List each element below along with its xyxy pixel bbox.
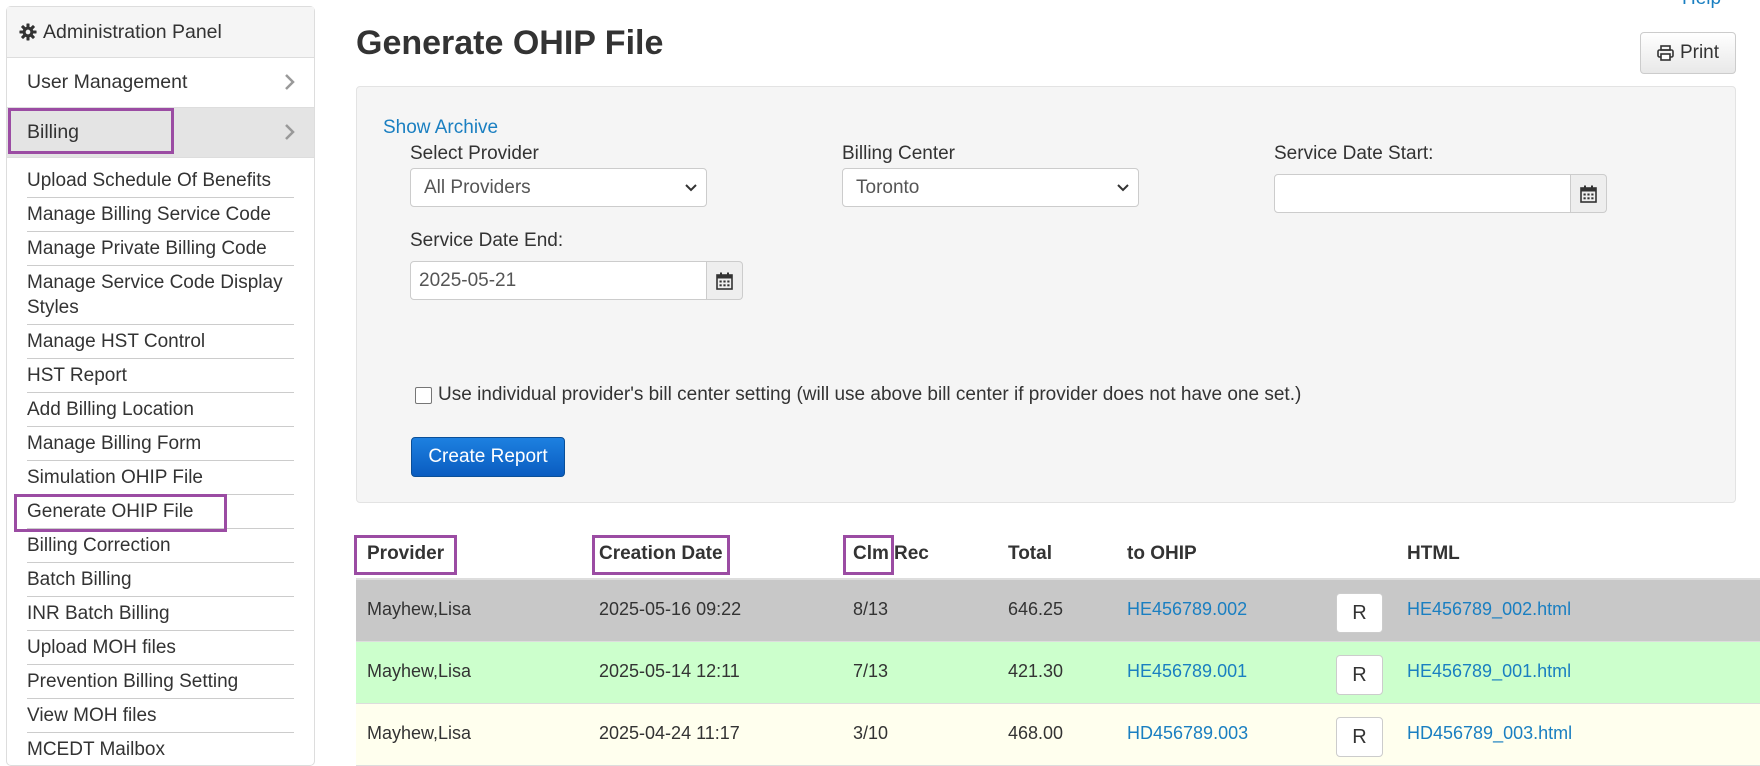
show-archive-link[interactable]: Show Archive <box>383 117 498 139</box>
cell-provider: Mayhew,Lisa <box>367 661 472 681</box>
cell-total: 421.30 <box>1008 661 1064 681</box>
service-date-end-label: Service Date End: <box>410 230 564 251</box>
submenu-hst-report[interactable]: HST Report <box>27 359 294 393</box>
col-header-creation-date: Creation Date <box>599 543 723 564</box>
col-header-clm: Clm <box>853 543 889 564</box>
cell-total: 646.25 <box>1008 599 1064 619</box>
service-date-start-label: Service Date Start: <box>1274 143 1434 164</box>
admin-panel-heading: Administration Panel <box>7 7 314 58</box>
r-button[interactable]: R <box>1336 717 1383 757</box>
html-file-link[interactable]: HD456789_003.html <box>1407 723 1572 744</box>
provider-select-value: All Providers <box>424 176 531 198</box>
submenu-prevention-billing-setting[interactable]: Prevention Billing Setting <box>27 665 294 699</box>
cell-total: 468.00 <box>1008 723 1064 743</box>
service-date-end-value: 2025-05-21 <box>419 269 517 291</box>
admin-panel-title: Administration Panel <box>43 20 222 43</box>
cell-provider: Mayhew,Lisa <box>367 723 472 743</box>
cell-clm-rec: 8/13 <box>853 599 889 619</box>
table-header-row: Provider Creation Date Clm Rec Total to … <box>356 531 1760 580</box>
submenu-manage-hst-control[interactable]: Manage HST Control <box>27 325 294 359</box>
submenu-manage-private-billing-code[interactable]: Manage Private Billing Code <box>27 232 294 266</box>
calendar-icon <box>716 272 733 290</box>
chevron-right-icon <box>285 74 295 90</box>
submenu-view-moh-files[interactable]: View MOH files <box>27 699 294 733</box>
submenu-batch-billing[interactable]: Batch Billing <box>27 563 294 597</box>
billing-center-value: Toronto <box>856 176 920 198</box>
submenu-manage-service-code-display[interactable]: Manage Service Code Display Styles <box>27 266 294 325</box>
sidebar-item-label: User Management <box>27 71 188 93</box>
help-link[interactable]: Help <box>1682 0 1721 10</box>
submenu-simulation-ohip-file[interactable]: Simulation OHIP File <box>27 461 294 495</box>
table-row: Mayhew,Lisa 2025-05-14 12:11 7/13 421.30… <box>356 642 1760 704</box>
cell-creation-date: 2025-05-16 09:22 <box>599 599 742 619</box>
calendar-icon <box>1580 185 1597 203</box>
report-form-panel: Show Archive Select Provider All Provide… <box>356 86 1736 503</box>
col-header-to-ohip: to OHIP <box>1127 543 1197 564</box>
service-date-end-calendar-button[interactable] <box>707 261 743 300</box>
table-row: Mayhew,Lisa 2025-04-24 11:17 3/10 468.00… <box>356 704 1760 766</box>
admin-sidebar: Administration Panel User Management Bil… <box>6 6 315 766</box>
ohip-file-link[interactable]: HE456789.002 <box>1127 599 1247 620</box>
sidebar-item-billing[interactable]: Billing <box>7 108 314 158</box>
print-button[interactable]: Print <box>1640 32 1736 74</box>
provider-select[interactable]: All Providers <box>410 168 707 207</box>
gear-icon <box>19 23 37 41</box>
ohip-file-link[interactable]: HD456789.003 <box>1127 723 1248 744</box>
service-date-start-calendar-button[interactable] <box>1571 174 1607 213</box>
table-row: Mayhew,Lisa 2025-05-16 09:22 8/13 646.25… <box>356 580 1760 642</box>
print-icon <box>1657 45 1674 61</box>
individual-bill-center-checkbox[interactable] <box>415 386 432 404</box>
submenu-inr-batch-billing[interactable]: INR Batch Billing <box>27 597 294 631</box>
individual-bill-center-option: Use individual provider's bill center se… <box>415 384 1301 406</box>
chevron-right-icon <box>285 124 295 140</box>
submenu-upload-schedule[interactable]: Upload Schedule Of Benefits <box>27 164 294 198</box>
cell-provider: Mayhew,Lisa <box>367 599 472 619</box>
submenu-billing-correction[interactable]: Billing Correction <box>27 529 294 563</box>
ohip-files-table: Provider Creation Date Clm Rec Total to … <box>356 531 1760 766</box>
print-button-label: Print <box>1679 42 1720 63</box>
html-file-link[interactable]: HE456789_001.html <box>1407 661 1571 682</box>
submenu-manage-billing-form[interactable]: Manage Billing Form <box>27 427 294 461</box>
submenu-add-billing-location[interactable]: Add Billing Location <box>27 393 294 427</box>
chevron-down-icon <box>685 184 697 192</box>
html-file-link[interactable]: HE456789_002.html <box>1407 599 1571 620</box>
cell-clm-rec: 3/10 <box>853 723 889 743</box>
billing-submenu: Upload Schedule Of Benefits Manage Billi… <box>27 164 294 766</box>
cell-creation-date: 2025-05-14 12:11 <box>599 661 740 681</box>
ohip-file-link[interactable]: HE456789.001 <box>1127 661 1247 682</box>
col-header-rec: Rec <box>894 543 929 564</box>
cell-clm-rec: 7/13 <box>853 661 889 681</box>
cell-creation-date: 2025-04-24 11:17 <box>599 723 740 743</box>
page-title: Generate OHIP File <box>356 24 664 62</box>
individual-bill-center-label: Use individual provider's bill center se… <box>438 384 1302 405</box>
col-header-total: Total <box>1008 543 1052 564</box>
r-button[interactable]: R <box>1336 655 1383 695</box>
service-date-start-input[interactable] <box>1274 174 1571 213</box>
billing-center-select[interactable]: Toronto <box>842 168 1139 207</box>
create-report-button[interactable]: Create Report <box>411 437 565 477</box>
col-header-provider: Provider <box>367 543 445 564</box>
chevron-down-icon <box>1117 184 1129 192</box>
col-header-html: HTML <box>1407 543 1460 564</box>
billing-center-label: Billing Center <box>842 143 955 164</box>
submenu-generate-ohip-file[interactable]: Generate OHIP File <box>27 495 294 529</box>
sidebar-item-user-management[interactable]: User Management <box>7 58 314 108</box>
submenu-manage-billing-service-code[interactable]: Manage Billing Service Code <box>27 198 294 232</box>
service-date-end-input[interactable]: 2025-05-21 <box>410 261 707 300</box>
sidebar-item-label: Billing <box>27 121 80 143</box>
submenu-upload-moh-files[interactable]: Upload MOH files <box>27 631 294 665</box>
r-button[interactable]: R <box>1336 593 1383 633</box>
select-provider-label: Select Provider <box>410 143 539 164</box>
